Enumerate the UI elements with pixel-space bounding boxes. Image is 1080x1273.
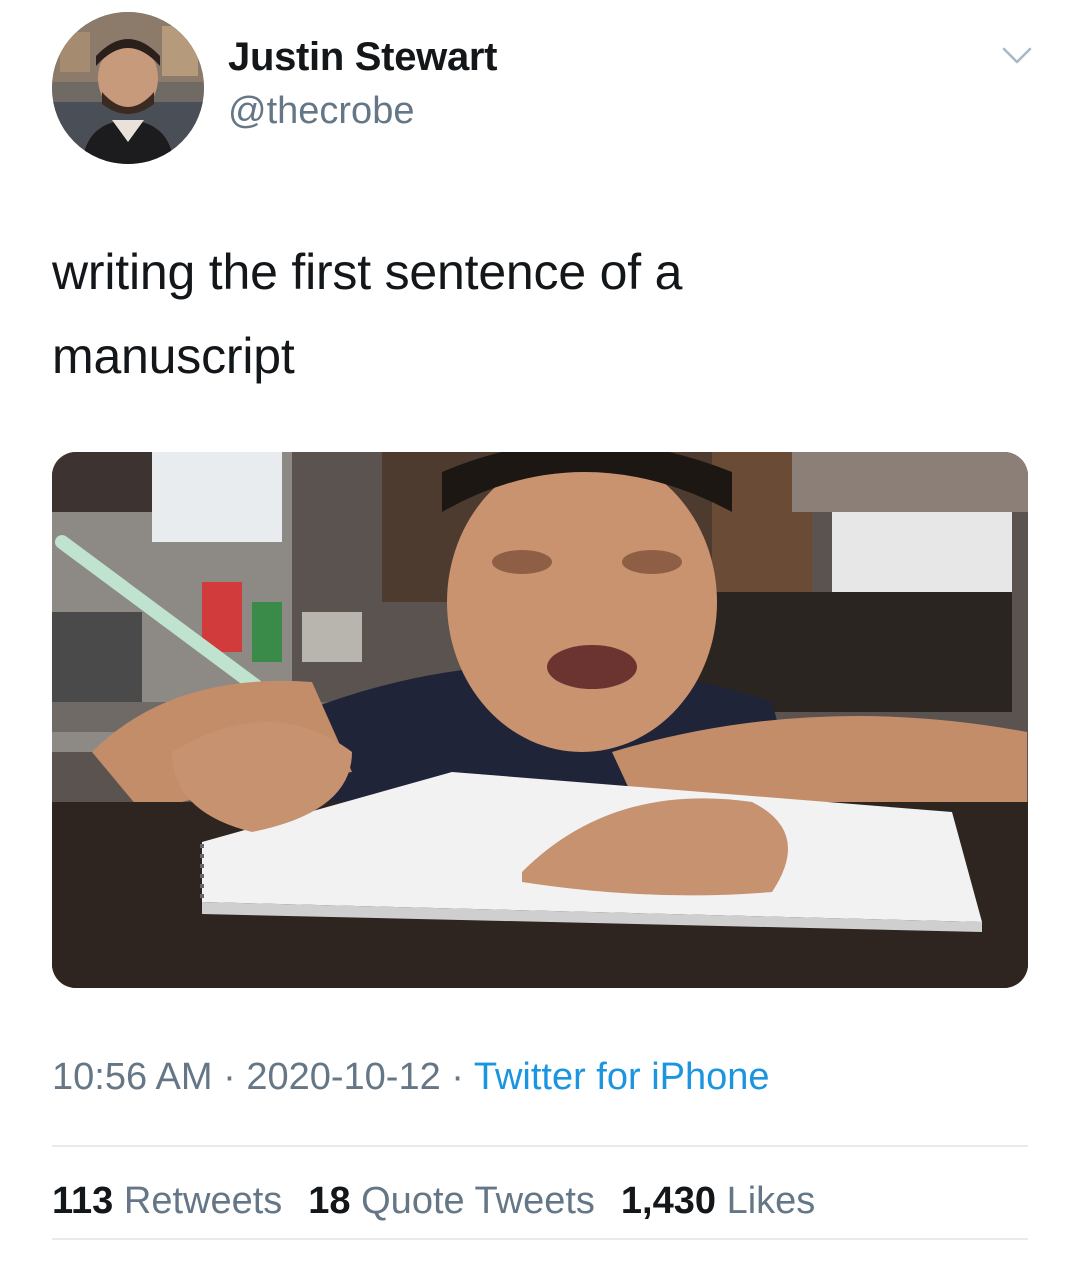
quote-tweets-label: Quote Tweets: [361, 1180, 595, 1222]
author-name[interactable]: Justin Stewart: [228, 35, 498, 80]
author-handle[interactable]: @thecrobe: [228, 90, 414, 133]
tweet-time[interactable]: 10:56 AM: [52, 1056, 213, 1098]
chevron-down-icon[interactable]: [1000, 44, 1034, 68]
tweet-timestamp: 10:56 AM · 2020-10-12 · Twitter for iPho…: [52, 1056, 770, 1099]
quote-tweets-count: 18: [308, 1180, 351, 1222]
tweet-text-line: writing the first sentence of a: [52, 244, 683, 300]
retweets-stat[interactable]: 113 Retweets: [52, 1180, 282, 1222]
divider: [52, 1238, 1028, 1240]
tweet-media-image[interactable]: [52, 452, 1028, 988]
avatar-photo: [52, 12, 204, 164]
tweet-stats: 113 Retweets 18 Quote Tweets 1,430 Likes: [52, 1180, 815, 1223]
retweets-label: Retweets: [123, 1180, 283, 1222]
likes-stat[interactable]: 1,430 Likes: [621, 1180, 815, 1222]
tweet-text: writing the first sentence of a manuscri…: [52, 230, 1012, 398]
tweet-text-line: manuscript: [52, 328, 295, 384]
tweet-source-link[interactable]: Twitter for iPhone: [474, 1056, 770, 1098]
likes-count: 1,430: [620, 1180, 716, 1222]
divider: [52, 1145, 1028, 1147]
quote-tweets-stat[interactable]: 18 Quote Tweets: [308, 1180, 595, 1222]
meta-separator: ·: [212, 1056, 247, 1098]
tweet-date[interactable]: 2020-10-12: [246, 1056, 440, 1098]
meta-separator: ·: [440, 1056, 474, 1098]
likes-label: Likes: [726, 1180, 816, 1222]
retweets-count: 113: [52, 1180, 114, 1222]
author-avatar[interactable]: [52, 12, 204, 164]
media-illustration: [52, 452, 1028, 988]
